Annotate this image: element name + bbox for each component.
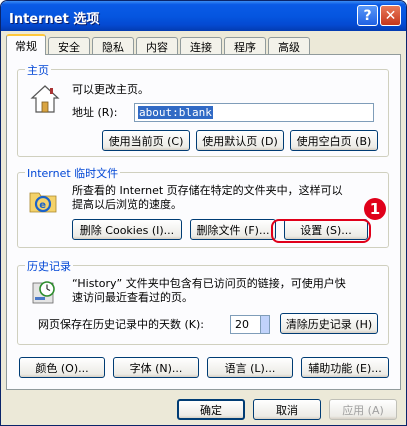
temp-files-description-line1: 所查看的 Internet 页存储在特定的文件夹中，这样可以	[72, 184, 343, 197]
clear-history-button[interactable]: 清除历史记录 (H)	[280, 313, 378, 334]
history-group-title: 历史记录	[25, 258, 73, 274]
history-days-label: 网页保存在历史记录中的天数 (K):	[38, 318, 204, 331]
step-marker-1: 1	[364, 198, 386, 220]
tab-privacy[interactable]: 隐私	[92, 37, 134, 55]
address-value: about:blank	[138, 106, 213, 119]
use-current-page-button[interactable]: 使用当前页 (C)	[102, 130, 190, 151]
settings-highlight-outline	[271, 219, 371, 243]
history-description-line1: “History” 文件夹中包含有已访问页的链接，可使用户快	[72, 277, 346, 290]
close-button[interactable]: ✕	[380, 5, 401, 26]
use-blank-page-button[interactable]: 使用空白页 (B)	[290, 130, 378, 151]
accessibility-button[interactable]: 辅助功能 (E)...	[301, 357, 389, 378]
colors-button[interactable]: 颜色 (O)...	[19, 357, 105, 378]
temp-files-description-line2: 提高以后浏览的速度。	[72, 198, 182, 211]
address-label: 地址 (R):	[72, 106, 118, 119]
history-icon	[32, 281, 55, 304]
fonts-button[interactable]: 字体 (N)...	[113, 357, 199, 378]
languages-button[interactable]: 语言 (L)...	[207, 357, 293, 378]
ok-button[interactable]: 确定	[177, 399, 245, 420]
window-title: Internet 选项	[9, 12, 100, 27]
address-input[interactable]: about:blank	[134, 103, 374, 122]
tab-general[interactable]: 常规	[6, 34, 46, 55]
help-icon: ?	[363, 7, 372, 24]
ie-folder-icon: e	[29, 192, 57, 213]
tab-connections[interactable]: 连接	[180, 37, 222, 55]
history-group: 历史记录 “History” 文件夹中包含有已访问页的链接，可使用户快 速访问最…	[17, 258, 389, 345]
tab-security[interactable]: 安全	[48, 37, 90, 55]
use-default-page-button[interactable]: 使用默认页 (D)	[196, 130, 284, 151]
tab-programs[interactable]: 程序	[224, 37, 266, 55]
history-description-line2: 速访问最近查看过的页。	[72, 291, 193, 304]
temp-files-group-title: Internet 临时文件	[25, 165, 121, 181]
history-days-spinner[interactable]	[260, 316, 269, 333]
tab-content[interactable]: 内容	[136, 37, 178, 55]
internet-options-dialog: Internet 选项 ? ✕ 常规 安全 隐私 内容 连接 程序 高级 主页 …	[0, 0, 407, 426]
delete-cookies-button[interactable]: 删除 Cookies (I)...	[72, 219, 182, 240]
help-button[interactable]: ?	[357, 5, 378, 26]
tab-advanced[interactable]: 高级	[268, 37, 310, 55]
cancel-button[interactable]: 取消	[253, 399, 321, 420]
close-icon: ✕	[384, 7, 397, 24]
title-bar[interactable]: Internet 选项 ? ✕	[1, 1, 406, 31]
svg-text:e: e	[39, 200, 46, 211]
home-page-icon	[30, 85, 60, 113]
apply-button[interactable]: 应用 (A)	[329, 399, 397, 420]
homepage-group: 主页 可以更改主页。 地址 (R): about:blank 使用当前页 (C)…	[17, 62, 389, 157]
delete-files-button[interactable]: 删除文件 (F)...	[190, 219, 276, 240]
homepage-description: 可以更改主页。	[72, 83, 149, 96]
homepage-group-title: 主页	[25, 62, 51, 78]
history-days-value: 20	[235, 318, 249, 331]
